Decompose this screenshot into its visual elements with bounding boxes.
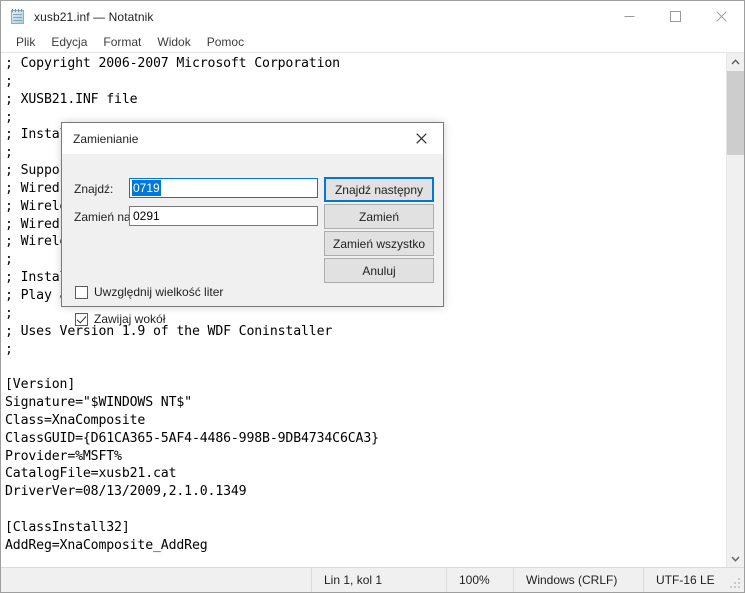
menu-bar: Plik Edycja Format Widok Pomoc <box>1 32 744 52</box>
menu-item-widok[interactable]: Widok <box>149 34 198 51</box>
replace-dialog: Zamienianie Znajdź: 0719 Zamień na: Znaj… <box>61 122 444 326</box>
menu-item-format[interactable]: Format <box>95 34 149 51</box>
chevron-up-icon[interactable] <box>727 53 744 70</box>
status-bar: Lin 1, kol 1 100% Windows (CRLF) UTF-16 … <box>1 567 744 592</box>
menu-item-edycja[interactable]: Edycja <box>43 34 95 51</box>
find-label: Znajdź: <box>74 182 114 196</box>
checkbox-box <box>75 312 88 326</box>
window-controls <box>606 1 744 32</box>
menu-item-pomoc[interactable]: Pomoc <box>199 34 252 51</box>
title-bar[interactable]: xusb21.inf — Notatnik <box>1 1 744 32</box>
status-zoom-level[interactable]: 100% <box>446 568 513 592</box>
wrap-around-label: Zawijaj wokół <box>94 312 166 326</box>
window-title: xusb21.inf — Notatnik <box>34 9 154 24</box>
find-next-button[interactable]: Znajdź następny <box>324 177 434 202</box>
replace-all-button[interactable]: Zamień wszystko <box>324 231 434 256</box>
replace-input[interactable] <box>129 206 318 226</box>
wrap-around-checkbox[interactable]: Zawijaj wokół <box>75 312 165 326</box>
status-cursor-position: Lin 1, kol 1 <box>311 568 446 592</box>
notepad-icon <box>10 8 26 25</box>
resize-grip[interactable] <box>730 578 741 589</box>
maximize-icon[interactable] <box>652 1 698 32</box>
dialog-body: Znajdź: 0719 Zamień na: Znajdź następny … <box>62 154 443 326</box>
vertical-scrollbar[interactable] <box>726 53 744 567</box>
dialog-title-bar[interactable]: Zamienianie <box>62 123 443 154</box>
minimize-icon[interactable] <box>606 1 652 32</box>
status-encoding[interactable]: UTF-16 LE <box>643 568 743 592</box>
replace-button[interactable]: Zamień <box>324 204 434 229</box>
cancel-button[interactable]: Anuluj <box>324 258 434 283</box>
scrollbar-thumb[interactable] <box>727 71 744 155</box>
status-line-ending[interactable]: Windows (CRLF) <box>513 568 643 592</box>
dialog-title: Zamienianie <box>73 131 139 146</box>
checkbox-box <box>75 285 88 299</box>
status-spacer <box>1 568 311 592</box>
close-icon[interactable] <box>698 1 744 32</box>
chevron-down-icon[interactable] <box>727 550 744 567</box>
match-case-label: Uwzględnij wielkość liter <box>94 285 224 299</box>
menu-item-plik[interactable]: Plik <box>8 34 43 51</box>
close-icon[interactable] <box>399 123 443 154</box>
find-input-selection: 0719 <box>132 180 161 196</box>
match-case-checkbox[interactable]: Uwzględnij wielkość liter <box>75 285 223 299</box>
replace-label: Zamień na: <box>74 210 135 224</box>
